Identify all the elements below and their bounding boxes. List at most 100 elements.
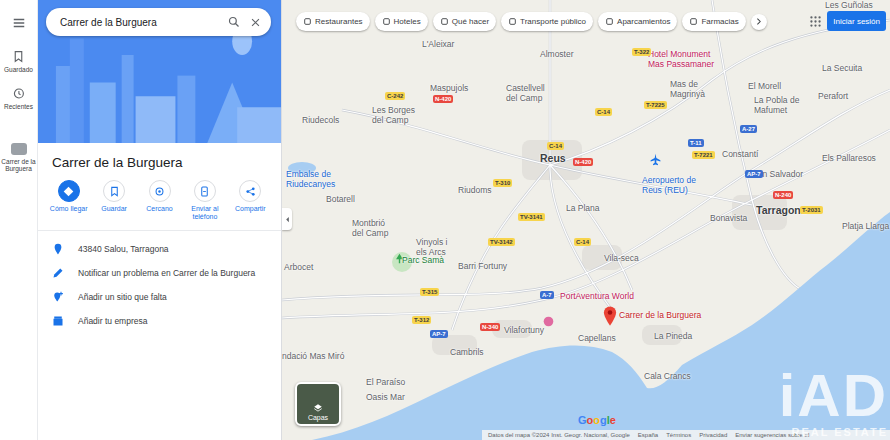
map-label[interactable]: Vilafortuny <box>504 326 544 336</box>
map-label[interactable]: Vinyols i els Arcs <box>416 238 448 258</box>
map-label[interactable]: Les Borges del Camp <box>372 106 415 126</box>
info-row[interactable]: Añadir tu empresa <box>38 309 281 333</box>
place-pin[interactable]: Carrer de la Burguera <box>603 306 701 326</box>
rail-item[interactable]: Carrer de la Burguera <box>1 143 37 173</box>
airplane-icon[interactable] <box>649 153 662 166</box>
action-button[interactable]: Guardar <box>91 180 136 222</box>
info-list: 43840 Salou, TarragonaNotificar un probl… <box>38 237 281 333</box>
category-chip[interactable]: Hoteles <box>375 12 428 31</box>
category-chip[interactable]: Qué hacer <box>433 12 496 31</box>
footer-link[interactable]: Datos del mapa ©2024 Inst. Geogr. Nacion… <box>488 432 630 438</box>
road-shield: AP-7 <box>430 330 448 338</box>
map-label[interactable]: Els Pallaresos <box>822 154 876 164</box>
map-pin-icon[interactable] <box>603 306 617 326</box>
map-label[interactable]: Mas de Magrinyà <box>670 80 705 100</box>
info-icon <box>52 243 64 255</box>
action-button[interactable]: Cómo llegar <box>46 180 91 222</box>
menu-icon[interactable] <box>12 16 26 30</box>
map-label[interactable]: Maspujols <box>430 84 468 94</box>
layers-label: Capas <box>308 414 328 421</box>
map-label[interactable]: Embalse de Riudecanyes <box>286 170 335 190</box>
sign-in-button[interactable]: Iniciar sesión <box>827 11 886 31</box>
info-row[interactable]: Notificar un problema en Carrer de la Bu… <box>38 261 281 285</box>
map-label[interactable]: La Plana <box>566 204 600 214</box>
map-label[interactable]: Platja Llarga <box>842 222 889 232</box>
attraction-icon[interactable] <box>543 316 554 327</box>
collapse-panel-button[interactable] <box>282 208 292 230</box>
map-label[interactable]: Hotel Monument Mas Passamaner <box>648 50 714 70</box>
info-icon <box>52 291 64 303</box>
category-chip[interactable]: Transporte público <box>501 12 593 31</box>
category-chip[interactable]: Farmacias <box>682 12 745 31</box>
category-chip[interactable]: Restaurantes <box>296 12 370 31</box>
map-label[interactable]: L'Aleixar <box>422 40 454 50</box>
rail-label: Recientes <box>4 103 33 110</box>
map-label[interactable]: Tarragona <box>756 204 807 216</box>
search-box[interactable]: Carrer de la Burguera <box>46 8 271 36</box>
map-label[interactable]: Cala Crancs <box>644 372 691 382</box>
map-canvas[interactable]: Les Guñolas L'Aleixar Almoster Hotel Monume… <box>282 0 890 440</box>
search-text[interactable]: Carrer de la Burguera <box>60 17 218 28</box>
watermark: iADREAL ESTATE <box>779 366 888 438</box>
map-label[interactable]: Parc Samà <box>402 256 444 266</box>
pin-label[interactable]: Carrer de la Burguera <box>619 310 701 320</box>
action-icon <box>103 180 125 202</box>
map-label[interactable]: Barri Fortuny <box>458 262 507 272</box>
layers-icon <box>313 403 323 413</box>
action-button[interactable]: Compartir <box>228 180 273 222</box>
map-label[interactable]: Constantí <box>722 150 758 160</box>
action-label: Enviar al teléfono <box>182 205 227 222</box>
chip-scroll[interactable] <box>751 14 767 30</box>
map-label[interactable]: Perafort <box>818 92 848 102</box>
action-label: Compartir <box>235 205 266 213</box>
footer-link[interactable]: Privacidad <box>699 432 727 438</box>
map-label[interactable]: El Morell <box>748 82 781 92</box>
rail-label: Carrer de la Burguera <box>1 158 37 173</box>
road-shield: N-420 <box>573 158 593 166</box>
map-label[interactable]: Oasis Mar <box>366 393 405 403</box>
rail-item[interactable]: Recientes <box>1 87 37 110</box>
action-glyph-icon <box>245 186 256 197</box>
map-label[interactable]: Riudecols <box>302 116 339 126</box>
rail-item[interactable]: Guardado <box>1 50 37 73</box>
category-chip[interactable]: Aparcamientos <box>598 12 677 31</box>
action-label: Cómo llegar <box>50 205 88 213</box>
info-row[interactable]: Añadir un sitio que falta <box>38 285 281 309</box>
chip-label: Aparcamientos <box>617 17 670 26</box>
apps-grid-icon[interactable] <box>809 15 822 28</box>
action-glyph-icon <box>63 186 74 197</box>
chip-icon <box>440 17 449 26</box>
place-thumb-icon <box>11 143 27 155</box>
map-label[interactable]: Cambrils <box>450 348 484 358</box>
footer-link[interactable]: España <box>638 432 658 438</box>
map-label[interactable]: Bonavista <box>710 214 747 224</box>
map-label[interactable]: La Secuita <box>822 64 862 74</box>
road-shield: N-340 <box>480 323 500 331</box>
map-label[interactable]: Botarell <box>326 195 355 205</box>
map-label[interactable]: Montbrió del Camp <box>352 219 388 239</box>
map-label[interactable]: La Pobla de Mafumet <box>754 96 799 116</box>
layers-button[interactable]: Capas <box>295 382 341 426</box>
map-label[interactable]: Almoster <box>540 50 574 60</box>
map-label[interactable]: El Paraíso <box>366 378 405 388</box>
map-label[interactable]: Arbocet <box>284 263 313 273</box>
logo-letter: o <box>593 414 600 426</box>
map-label[interactable]: Castellvell del Camp <box>506 84 545 104</box>
map-label[interactable]: Capellans <box>578 334 616 344</box>
map-label[interactable]: Vila-seca <box>604 254 639 264</box>
action-button[interactable]: Cercano <box>137 180 182 222</box>
action-button[interactable]: Enviar al teléfono <box>182 180 227 222</box>
map-label[interactable]: Reus <box>540 152 566 164</box>
footer-link[interactable]: Términos <box>666 432 691 438</box>
map-label[interactable]: ndació Mas Miró <box>282 352 344 362</box>
map-label[interactable]: La Pineda <box>654 332 692 342</box>
close-icon[interactable] <box>250 17 261 28</box>
chevron-left-icon[interactable] <box>284 216 291 223</box>
map-label[interactable]: Les Guñolas <box>825 1 873 11</box>
search-icon[interactable] <box>228 16 240 28</box>
info-row[interactable]: 43840 Salou, Tarragona <box>38 237 281 261</box>
map-label[interactable]: Riudoms <box>458 186 492 196</box>
chevron-right-icon[interactable] <box>754 17 763 26</box>
map-label[interactable]: PortAventura World <box>560 292 634 302</box>
map-label[interactable]: Aeropuerto de Reus (REU) <box>642 176 696 196</box>
